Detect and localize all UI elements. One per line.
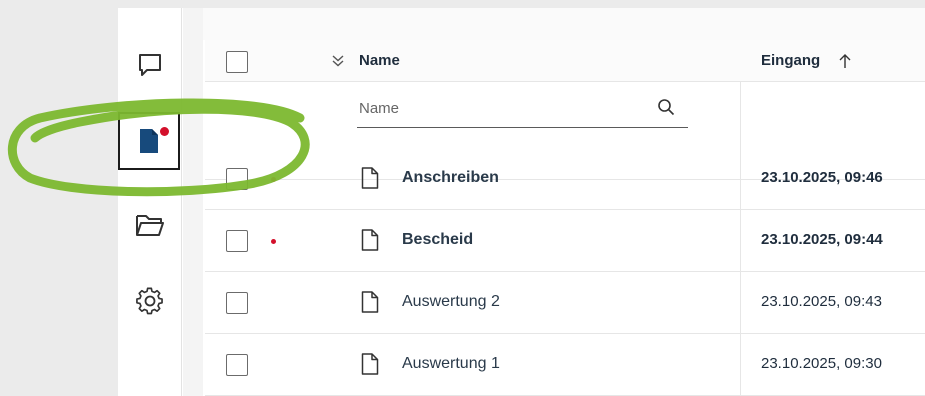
received-date: 23.10.2025, 09:43 <box>761 293 882 310</box>
folder-icon <box>136 215 164 236</box>
received-date: 23.10.2025, 09:44 <box>761 231 883 248</box>
unread-dot <box>271 239 276 244</box>
row-checkbox[interactable] <box>226 354 248 376</box>
sidebar <box>118 8 182 396</box>
document-icon <box>140 129 158 153</box>
row-checkbox[interactable] <box>226 230 248 252</box>
sort-ascending-arrow-icon[interactable] <box>838 53 852 69</box>
chevron-double-down-icon[interactable] <box>331 54 345 68</box>
file-icon <box>361 291 379 313</box>
select-all-checkbox[interactable] <box>226 51 248 73</box>
document-name[interactable]: Auswertung 2 <box>402 293 500 311</box>
sidebar-item-folders[interactable] <box>118 196 182 254</box>
column-header-name[interactable]: Name <box>359 52 400 69</box>
gutter <box>183 8 203 396</box>
search-icon[interactable] <box>657 98 675 116</box>
table-row[interactable]: Auswertung 2 23.10.2025, 09:43 <box>205 272 925 334</box>
unread-dot <box>271 177 276 182</box>
table-row[interactable]: Bescheid 23.10.2025, 09:44 <box>205 210 925 272</box>
file-icon <box>361 167 379 189</box>
unread-indicator <box>160 127 169 136</box>
file-icon <box>361 353 379 375</box>
received-date: 23.10.2025, 09:46 <box>761 169 883 186</box>
column-header-eingang[interactable]: Eingang <box>761 52 820 69</box>
table-row[interactable]: Auswertung 1 23.10.2025, 09:30 <box>205 334 925 396</box>
name-filter-field <box>357 90 688 128</box>
sidebar-item-messages[interactable] <box>118 36 182 94</box>
document-name[interactable]: Bescheid <box>402 231 473 249</box>
top-band <box>203 8 925 40</box>
document-name[interactable]: Anschreiben <box>402 169 499 187</box>
row-checkbox[interactable] <box>226 168 248 190</box>
document-name[interactable]: Auswertung 1 <box>402 355 500 373</box>
row-checkbox[interactable] <box>226 292 248 314</box>
name-filter-input[interactable] <box>357 96 647 120</box>
table-header: Name Eingang <box>205 40 925 82</box>
table-row[interactable]: Anschreiben 23.10.2025, 09:46 <box>205 148 925 210</box>
received-date: 23.10.2025, 09:30 <box>761 355 882 372</box>
sidebar-item-settings[interactable] <box>118 272 182 330</box>
chat-bubble-icon <box>139 54 161 76</box>
gear-icon <box>136 287 163 315</box>
file-icon <box>361 229 379 251</box>
sidebar-item-documents[interactable] <box>118 112 180 170</box>
